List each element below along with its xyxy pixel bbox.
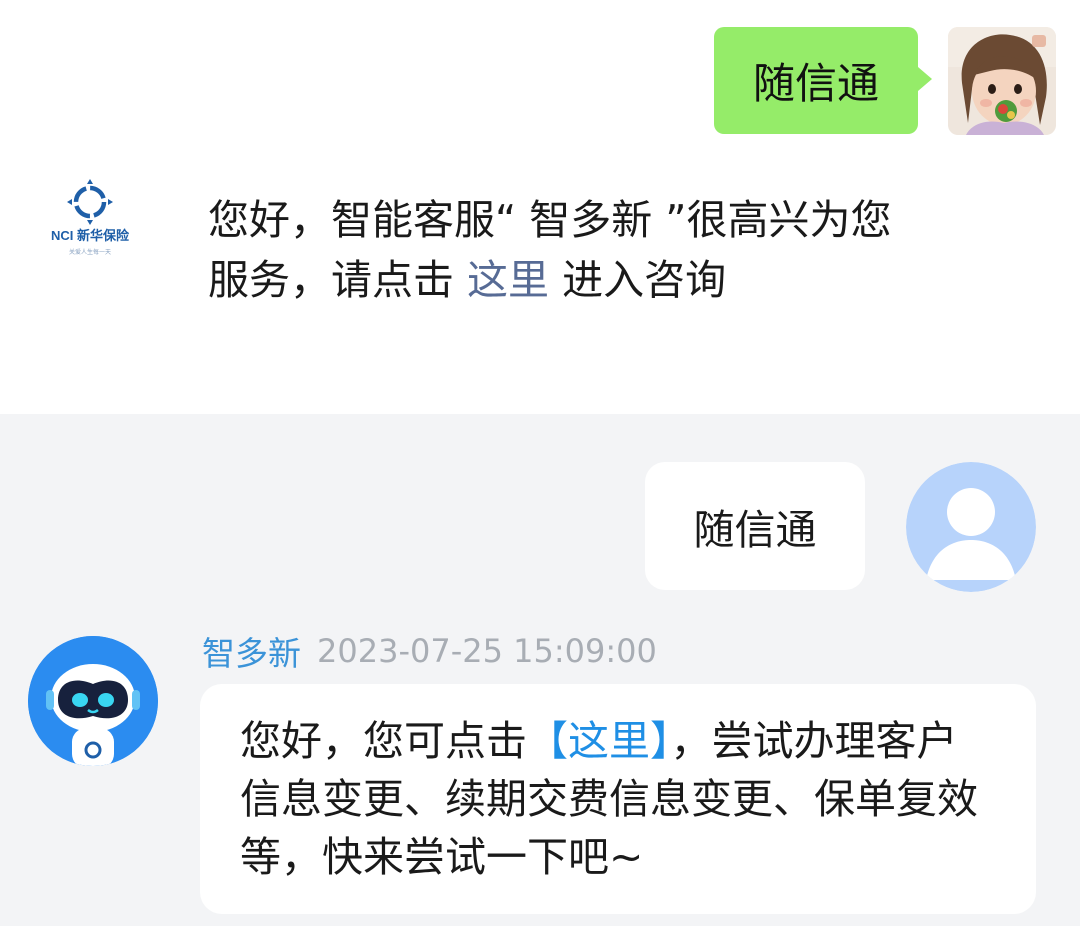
outgoing-message-text: 随信通: [752, 59, 879, 108]
here-link[interactable]: 【这里】: [527, 717, 671, 765]
default-user-icon: [906, 462, 1036, 592]
message-timestamp: 2023-07-25 15:09:00: [317, 632, 657, 670]
robot-avatar-icon: [28, 636, 158, 766]
outgoing-message-text: 随信通: [693, 506, 817, 554]
wechat-chat-screenshot: 随信通 NCI 新华保险 关爱人生每一天 您好，智能客服“ 智多新 ”很高兴为您…: [0, 0, 1080, 414]
incoming-message: 您好，智能客服“ 智多新 ”很高兴为您服务，请点击 这里 进入咨询: [208, 190, 908, 310]
nci-logo-tagline: 关爱人生每一天: [69, 248, 111, 256]
outgoing-message-bubble[interactable]: 随信通: [645, 462, 865, 590]
bot-avatar[interactable]: [28, 636, 158, 766]
user-avatar[interactable]: [906, 462, 1036, 592]
incoming-message-text-1: 您好，您可点击: [240, 717, 527, 765]
nci-logo-brand: NCI 新华保险: [51, 228, 130, 243]
incoming-message-bubble: 您好，您可点击【这里】，尝试办理客户信息变更、续期交费信息变更、保单复效等，快来…: [200, 684, 1036, 914]
nci-logo[interactable]: NCI 新华保险 关爱人生每一天: [34, 170, 146, 270]
consult-link[interactable]: 这里: [467, 256, 549, 304]
child-photo-avatar: [948, 27, 1056, 135]
nci-logo-icon: NCI 新华保险 关爱人生每一天: [34, 170, 146, 270]
user-avatar[interactable]: [948, 27, 1056, 135]
message-meta: 智多新 2023-07-25 15:09:00: [202, 628, 657, 674]
incoming-message-text-2: 进入咨询: [549, 256, 727, 304]
outgoing-message-bubble[interactable]: 随信通: [714, 27, 932, 134]
service-chat-screenshot: 随信通 智多新 2023-07-25 15:09:00 您好，您可点击【这里】，…: [0, 414, 1080, 926]
sender-name: 智多新: [202, 634, 301, 673]
